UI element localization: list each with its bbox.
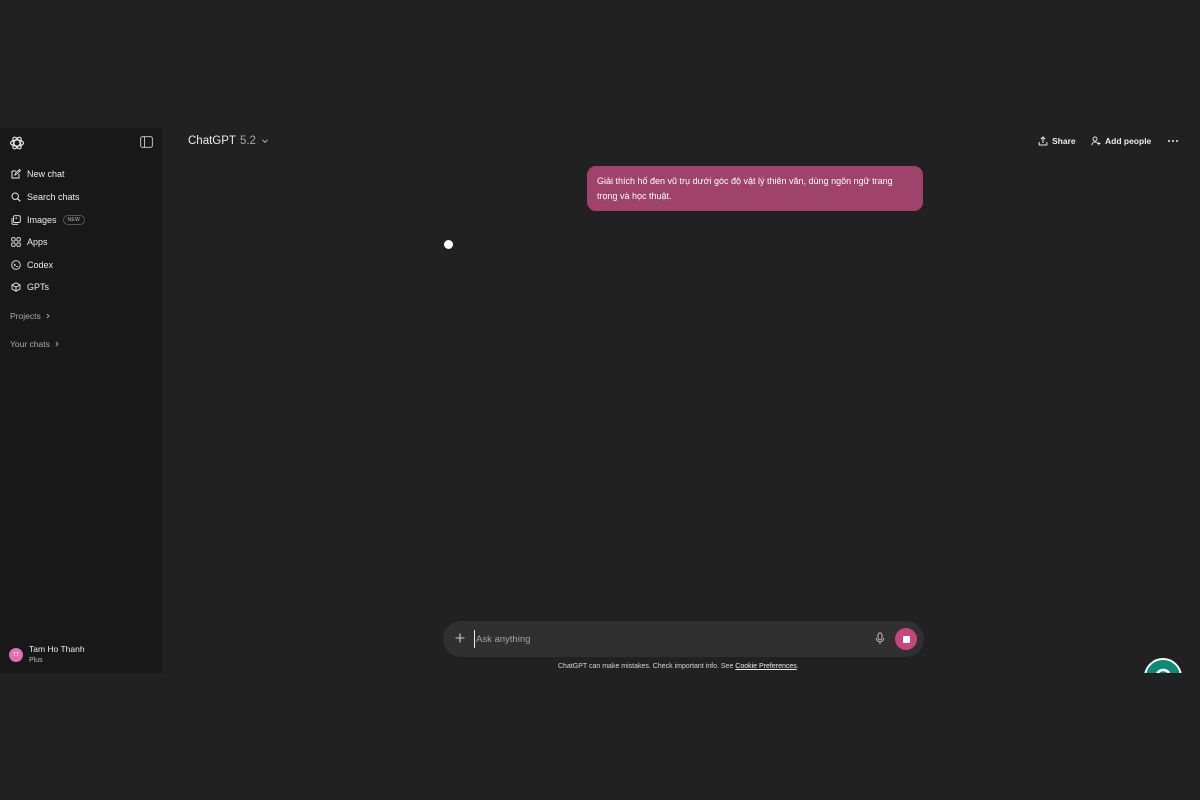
section-label: Your chats: [10, 339, 50, 349]
cookie-preferences-link[interactable]: Cookie Preferences: [735, 663, 796, 670]
share-button[interactable]: Share: [1038, 136, 1076, 146]
codex-icon: [11, 260, 21, 270]
model-selector[interactable]: ChatGPT 5.2: [188, 135, 269, 147]
sidebar-section-your-chats[interactable]: Your chats: [10, 339, 60, 349]
grammar-g-icon: [1156, 668, 1171, 673]
sidebar: New chat Search chats Images NEW Apps Co…: [0, 128, 162, 673]
chevron-down-icon: [262, 139, 268, 144]
more-options-icon[interactable]: [1167, 136, 1179, 146]
thinking-indicator: [444, 240, 453, 249]
apps-icon: [11, 237, 21, 247]
user-plan: Plus: [29, 657, 43, 664]
composer: [443, 621, 924, 657]
share-label: Share: [1052, 136, 1076, 146]
chevron-right-icon: [55, 341, 59, 347]
new-badge: NEW: [62, 215, 86, 225]
model-name: ChatGPT: [188, 135, 236, 147]
stop-generating-button[interactable]: [895, 628, 917, 650]
user-profile[interactable]: TT Tam Ho Thanh Plus: [9, 644, 85, 666]
app-window: New chat Search chats Images NEW Apps Co…: [0, 128, 1200, 673]
avatar: TT: [9, 648, 23, 662]
floating-extension-icon[interactable]: [1144, 658, 1182, 673]
chevron-right-icon: [46, 313, 50, 319]
disclaimer-end: .: [796, 663, 799, 670]
sidebar-item-label: Search chats: [27, 192, 80, 202]
prompt-input[interactable]: [474, 630, 854, 648]
search-icon: [11, 192, 21, 202]
section-label: Projects: [10, 311, 41, 321]
sidebar-item-apps[interactable]: Apps: [6, 232, 156, 252]
images-icon: [11, 215, 21, 225]
microphone-icon[interactable]: [875, 632, 885, 645]
share-icon: [1038, 136, 1048, 146]
add-people-button[interactable]: Add people: [1091, 136, 1151, 146]
edit-icon: [11, 169, 21, 179]
sidebar-item-label: Apps: [27, 237, 48, 247]
sidebar-item-label: Codex: [27, 260, 54, 270]
openai-logo-icon[interactable]: [9, 135, 25, 151]
sidebar-item-label: GPTs: [27, 282, 50, 292]
model-version: 5.2: [239, 135, 256, 147]
cube-icon: [11, 282, 21, 292]
sidebar-item-new-chat[interactable]: New chat: [6, 164, 156, 184]
sidebar-item-images[interactable]: Images NEW: [6, 210, 156, 230]
sidebar-section-projects[interactable]: Projects: [10, 311, 51, 321]
plus-icon[interactable]: [454, 632, 466, 644]
disclaimer-text: ChatGPT can make mistakes. Check importa…: [558, 663, 736, 670]
user-name: Tam Ho Thanh: [29, 644, 85, 654]
sidebar-item-gpts[interactable]: GPTs: [6, 277, 156, 297]
sidebar-item-label: Images: [27, 215, 57, 225]
sidebar-item-search-chats[interactable]: Search chats: [6, 187, 156, 207]
add-person-icon: [1091, 136, 1101, 146]
user-message-bubble: Giải thích hố đen vũ trụ dưới góc độ vật…: [587, 166, 923, 211]
stop-icon: [902, 635, 910, 643]
sidebar-item-codex[interactable]: Codex: [6, 255, 156, 275]
add-people-label: Add people: [1105, 136, 1152, 146]
sidebar-item-label: New chat: [27, 169, 65, 179]
sidebar-toggle-icon[interactable]: [140, 136, 153, 148]
